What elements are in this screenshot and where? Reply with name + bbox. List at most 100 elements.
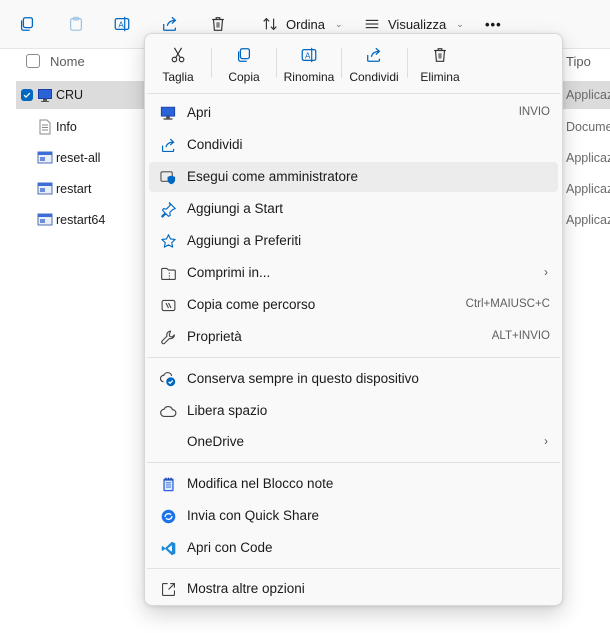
share-icon: [160, 14, 180, 34]
file-name: Info: [56, 120, 77, 134]
file-type: Docume: [566, 120, 610, 134]
file-type: Applicaz: [566, 151, 610, 165]
admin-shield-icon: [159, 168, 177, 186]
rename-toolbar-button[interactable]: A: [112, 12, 132, 36]
svg-text:A: A: [305, 52, 311, 61]
rename-button[interactable]: A Rinomina: [276, 38, 342, 88]
trash-icon: [208, 14, 228, 34]
chevron-down-icon: ⌄: [456, 18, 464, 29]
context-menu: Taglia Copia A Rinomina Condividi Elimin…: [144, 33, 563, 606]
menu-item-label: Aggiungi a Start: [187, 201, 284, 216]
menu-item-properties[interactable]: Proprietà ALT+INVIO: [149, 322, 558, 352]
menu-item-label: Conserva sempre in questo dispositivo: [187, 371, 419, 386]
menu-item-open[interactable]: Apri INVIO: [149, 98, 558, 128]
menu-item-quick-share[interactable]: Invia con Quick Share: [149, 501, 558, 531]
menu-item-onedrive[interactable]: OneDrive ›: [149, 427, 558, 457]
file-name: reset-all: [56, 151, 101, 165]
menu-item-label: Copia come percorso: [187, 297, 316, 312]
file-type: Applicaz: [566, 213, 610, 227]
menu-item-label: Proprietà: [187, 329, 242, 344]
sort-label: Ordina: [286, 16, 326, 32]
rename-icon: A: [112, 14, 132, 34]
menu-item-label: Modifica nel Blocco note: [187, 476, 334, 491]
notepad-icon: [159, 475, 177, 493]
share-label: Condividi: [349, 70, 399, 84]
chevron-down-icon: ⌄: [335, 18, 343, 29]
quick-action-bar: Taglia Copia A Rinomina Condividi Elimin…: [145, 34, 562, 92]
select-all-checkbox[interactable]: [26, 54, 40, 68]
copy-icon: [234, 45, 254, 65]
menu-item-compress[interactable]: Comprimi in... ›: [149, 258, 558, 288]
file-name: restart: [56, 182, 92, 196]
wrench-icon: [159, 328, 177, 346]
menu-item-add-to-favorites[interactable]: Aggiungi a Preferiti: [149, 226, 558, 256]
menu-item-share[interactable]: Condividi: [149, 130, 558, 160]
paste-icon: [66, 14, 86, 34]
app-icon: [37, 87, 53, 103]
copy-button[interactable]: Copia: [211, 38, 277, 88]
view-label: Visualizza: [388, 16, 447, 32]
row-checkbox[interactable]: [21, 89, 33, 101]
shortcut-label: ALT+INVIO: [491, 330, 550, 342]
menu-item-copy-as-path[interactable]: Copia come percorso Ctrl+MAIUSC+C: [149, 290, 558, 320]
share-button[interactable]: Condividi: [341, 38, 407, 88]
cut-button[interactable]: Taglia: [145, 38, 211, 88]
shortcut-label: Ctrl+MAIUSC+C: [465, 298, 550, 310]
menu-divider: [147, 93, 560, 94]
file-type: Applicaz: [566, 182, 610, 196]
vscode-icon: [159, 539, 177, 557]
copy-toolbar-button[interactable]: [17, 12, 37, 36]
menu-item-label: Mostra altre opzioni: [187, 581, 305, 596]
menu-item-label: Comprimi in...: [187, 265, 271, 280]
menu-divider: [147, 462, 560, 463]
delete-button[interactable]: Elimina: [407, 38, 473, 88]
menu-item-label: Esegui come amministratore: [187, 169, 359, 184]
menu-item-label: OneDrive: [187, 434, 245, 449]
quick-share-icon: [159, 507, 177, 525]
more-icon: •••: [485, 16, 502, 32]
pin-icon: [159, 200, 177, 218]
menu-item-label: Aggiungi a Preferiti: [187, 233, 302, 248]
copy-label: Copia: [228, 70, 260, 84]
menu-item-label: Condividi: [187, 137, 243, 152]
chevron-right-icon: ›: [544, 434, 548, 448]
scissors-icon: [168, 45, 188, 65]
file-name: CRU: [56, 88, 84, 102]
file-name: restart64: [56, 213, 106, 227]
app-icon: [37, 181, 53, 197]
menu-item-label: Apri: [187, 105, 212, 120]
column-header-name[interactable]: Nome: [50, 54, 85, 69]
cloud-keep-icon: [159, 370, 177, 388]
file-type: Applicaz: [566, 88, 610, 102]
menu-item-label: Libera spazio: [187, 403, 268, 418]
menu-item-open-with-code[interactable]: Apri con Code: [149, 533, 558, 563]
rename-label: Rinomina: [283, 70, 335, 84]
copy-path-icon: [159, 296, 177, 314]
menu-item-label: Invia con Quick Share: [187, 508, 320, 523]
star-icon: [159, 232, 177, 250]
delete-label: Elimina: [420, 70, 460, 84]
cloud-icon: [159, 402, 177, 420]
menu-item-edit-notepad[interactable]: Modifica nel Blocco note: [149, 469, 558, 499]
menu-item-show-more-options[interactable]: Mostra altre opzioni: [149, 574, 558, 604]
view-list-icon: [362, 14, 382, 34]
open-external-icon: [159, 580, 177, 598]
column-header-type[interactable]: Tipo: [566, 54, 591, 69]
menu-item-run-as-admin[interactable]: Esegui come amministratore: [149, 162, 558, 192]
share-icon: [159, 136, 177, 154]
svg-text:A: A: [118, 21, 124, 30]
copy-icon: [17, 14, 37, 34]
menu-item-label: Apri con Code: [187, 540, 273, 555]
paste-toolbar-button[interactable]: [66, 12, 86, 36]
cut-label: Taglia: [162, 70, 194, 84]
menu-item-keep-on-device[interactable]: Conserva sempre in questo dispositivo: [149, 364, 558, 394]
menu-divider: [147, 357, 560, 358]
menu-item-pin-to-start[interactable]: Aggiungi a Start: [149, 194, 558, 224]
menu-item-free-space[interactable]: Libera spazio: [149, 396, 558, 426]
chevron-right-icon: ›: [544, 265, 548, 279]
zip-folder-icon: [159, 264, 177, 282]
text-file-icon: [37, 119, 53, 135]
shortcut-label: INVIO: [518, 106, 550, 118]
app-icon: [37, 212, 53, 228]
trash-icon: [430, 45, 450, 65]
